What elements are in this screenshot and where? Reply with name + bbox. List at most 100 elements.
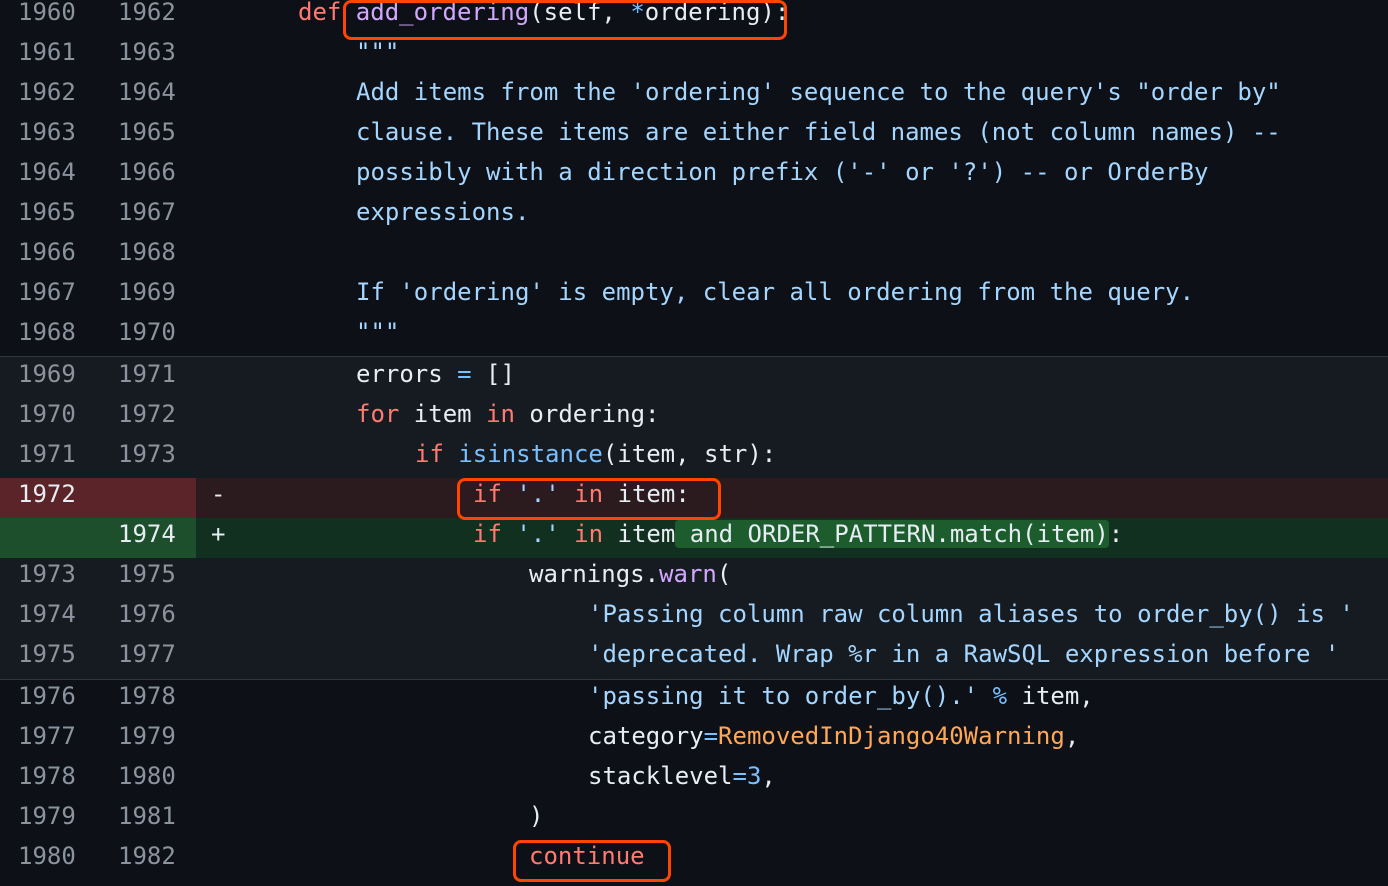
code-token: 'passing it to order_by().': [588, 682, 979, 710]
diff-line: 1966 1968: [0, 236, 1388, 276]
diff-line: 1977 1979 category=RemovedInDjango40Warnin…: [0, 720, 1388, 760]
diff-line: 1964 1966 possibly with a direction prefix…: [0, 156, 1388, 196]
code-token: =: [732, 762, 747, 790]
code-content: If 'ordering' is empty, clear all orderi…: [356, 276, 1194, 308]
code-token: errors: [356, 360, 458, 388]
new-line-number[interactable]: 1964: [118, 76, 176, 116]
old-line-number[interactable]: 1961: [18, 36, 76, 76]
code-content: for item in ordering:: [356, 398, 659, 430]
old-line-number[interactable]: 1969: [18, 358, 76, 398]
new-line-number[interactable]: 1980: [118, 760, 176, 800]
new-line-number[interactable]: 1978: [118, 680, 176, 720]
code-token: =: [457, 360, 472, 388]
diff-line: 1970 1972 for item in ordering:: [0, 398, 1388, 438]
old-line-number[interactable]: 1968: [18, 316, 76, 356]
old-line-number[interactable]: 1973: [18, 558, 76, 598]
diff-line: 1967 1969 If 'ordering' is empty, clear al…: [0, 276, 1388, 316]
code-token: possibly with a direction prefix ('-' or…: [356, 158, 1209, 186]
diff-line: 1973 1975 warnings.warn(: [0, 558, 1388, 598]
new-line-number[interactable]: 1977: [118, 638, 176, 678]
old-line-number[interactable]: 1978: [18, 760, 76, 800]
new-line-number[interactable]: 1966: [118, 156, 176, 196]
diff-view: 1960 1962 def add_ordering(self, *ordering…: [0, 0, 1388, 886]
code-token: item: [399, 400, 487, 428]
new-line-number[interactable]: 1972: [118, 398, 176, 438]
old-line-number[interactable]: 1974: [18, 598, 76, 638]
code-token: If 'ordering' is empty, clear all orderi…: [356, 278, 1195, 306]
new-line-number[interactable]: 1982: [118, 840, 176, 880]
diff-line: 1980 1982 continue: [0, 840, 1388, 880]
code-content: stacklevel=3,: [588, 760, 776, 792]
diff-line: 1979 1981): [0, 800, 1388, 840]
old-line-number[interactable]: 1963: [18, 116, 76, 156]
diff-line: 1965 1967 expressions.: [0, 196, 1388, 236]
diff-line: 1978 1980 stacklevel=3,: [0, 760, 1388, 800]
code-content: Add items from the 'ordering' sequence t…: [356, 76, 1281, 108]
old-line-number[interactable]: 1965: [18, 196, 76, 236]
code-content: possibly with a direction prefix ('-' or…: [356, 156, 1209, 188]
code-token: in: [559, 520, 618, 548]
old-line-number[interactable]: 1966: [18, 236, 76, 276]
code-token: item,: [1021, 682, 1094, 710]
old-line-number[interactable]: 1977: [18, 720, 76, 760]
code-token: if: [415, 440, 459, 468]
new-line-number[interactable]: 1973: [118, 438, 176, 478]
diff-line: 1971 1973 if isinstance(item, str):: [0, 438, 1388, 478]
new-line-number[interactable]: 1970: [118, 316, 176, 356]
code-content: expressions.: [356, 196, 529, 228]
new-line-number[interactable]: 1981: [118, 800, 176, 840]
code-token: for: [356, 400, 400, 428]
code-content: if '.' in item and ORDER_PATTERN.match(i…: [473, 518, 1123, 550]
code-token: (: [716, 560, 732, 588]
old-line-number[interactable]: 1967: [18, 276, 76, 316]
old-line-number[interactable]: 1972: [18, 478, 76, 518]
code-content: category=RemovedInDjango40Warning,: [588, 720, 1079, 752]
old-line-number[interactable]: 1962: [18, 76, 76, 116]
code-token: category: [588, 722, 704, 750]
code-token: :: [1108, 520, 1124, 548]
new-line-number[interactable]: 1967: [118, 196, 176, 236]
deleted-marker: -: [211, 480, 226, 508]
diff-line: 1974 1976 'Passing column raw column alias…: [0, 598, 1388, 638]
old-line-number[interactable]: 1964: [18, 156, 76, 196]
code-token: and ORDER_PATTERN.match(item): [675, 520, 1109, 548]
code-content: warnings.warn(: [529, 558, 731, 590]
code-content: errors = []: [356, 358, 515, 390]
code-token: Add items from the 'ordering' sequence t…: [356, 78, 1281, 106]
hunk-divider: [0, 356, 1388, 357]
old-line-number[interactable]: 1976: [18, 680, 76, 720]
hunk-divider: [0, 679, 1388, 680]
new-line-number[interactable]: 1971: [118, 358, 176, 398]
code-token: RemovedInDjango40Warning: [718, 722, 1065, 750]
code-token: stacklevel: [588, 762, 733, 790]
code-content: 'Passing column raw column aliases to or…: [588, 598, 1354, 630]
code-token: expressions.: [356, 198, 530, 226]
old-line-number[interactable]: 1971: [18, 438, 76, 478]
new-line-number[interactable]: 1976: [118, 598, 176, 638]
code-token: """: [356, 318, 400, 346]
old-line-number[interactable]: 1970: [18, 398, 76, 438]
diff-line: 1976 1978 'passing it to order_by().' % it…: [0, 680, 1388, 720]
diff-line: 1962 1964 Add items from the 'ordering' se…: [0, 76, 1388, 116]
old-line-number[interactable]: 1960: [18, 0, 76, 36]
new-line-number[interactable]: 1979: [118, 720, 176, 760]
new-line-number[interactable]: 1974: [118, 518, 176, 558]
old-line-number[interactable]: 1980: [18, 840, 76, 880]
new-line-number[interactable]: 1968: [118, 236, 176, 276]
old-line-number[interactable]: 1975: [18, 638, 76, 678]
highlight-annotation-box: [513, 840, 671, 882]
code-token: (item, str):: [602, 440, 777, 468]
new-line-number[interactable]: 1975: [118, 558, 176, 598]
code-token: ): [529, 802, 544, 830]
diff-line: 1974 + if '.' in item and ORDER_PATTERN.ma…: [0, 518, 1388, 558]
code-content: """: [356, 316, 399, 348]
new-line-number[interactable]: 1965: [118, 116, 176, 156]
old-line-number[interactable]: 1979: [18, 800, 76, 840]
code-token: []: [471, 360, 515, 388]
code-token: in: [486, 400, 515, 428]
code-token: ,: [1064, 722, 1080, 750]
new-line-number[interactable]: 1969: [118, 276, 176, 316]
new-line-number[interactable]: 1963: [118, 36, 176, 76]
new-line-number[interactable]: 1962: [118, 0, 176, 36]
code-content: clause. These items are either field nam…: [356, 116, 1281, 148]
